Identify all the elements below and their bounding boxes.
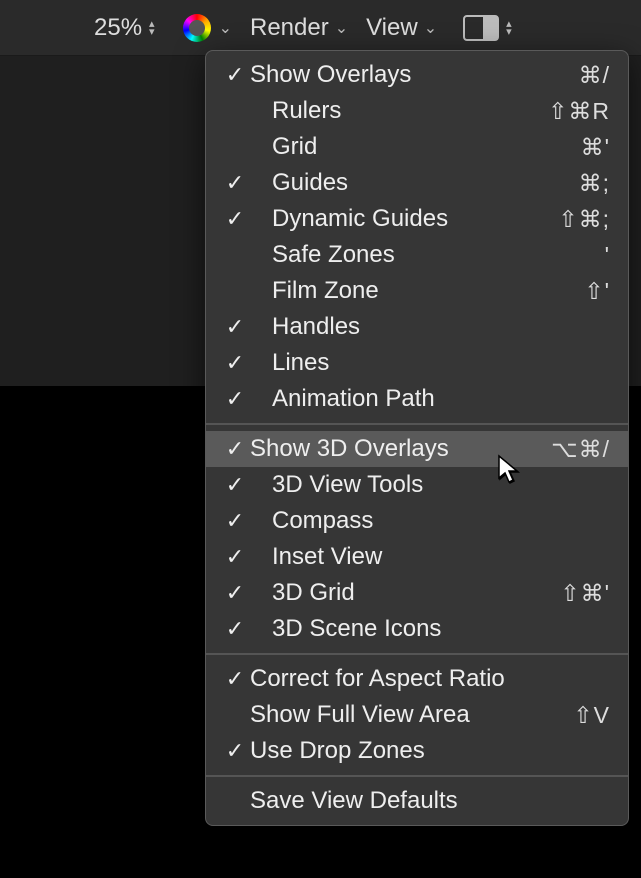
menu-item[interactable]: ✓Handles	[206, 309, 628, 345]
menu-item[interactable]: ✓Guides⌘;	[206, 165, 628, 201]
panel-toggle-button[interactable]: ▴▾	[455, 15, 512, 41]
menu-item-label: Inset View	[250, 543, 530, 571]
menu-item[interactable]: ✓Dynamic Guides⇧⌘;	[206, 201, 628, 237]
toolbar: 25% ▴▾ ⌄ Render ⌄ View ⌄ ▴▾	[0, 0, 641, 56]
menu-item-shortcut: ⌥⌘/	[530, 436, 610, 463]
menu-item-label: Guides	[250, 169, 530, 197]
checkmark-icon: ✓	[220, 436, 250, 462]
menu-item-label: Dynamic Guides	[250, 205, 530, 233]
menu-item[interactable]: Show Full View Area⇧V	[206, 697, 628, 733]
checkmark-icon: ✓	[220, 314, 250, 340]
menu-item[interactable]: Safe Zones'	[206, 237, 628, 273]
zoom-value: 25%	[94, 14, 142, 42]
menu-item-shortcut: ⌘;	[530, 170, 610, 197]
menu-item[interactable]: ✓Show Overlays⌘/	[206, 57, 628, 93]
menu-item[interactable]: ✓3D Scene Icons	[206, 611, 628, 647]
menu-item-label: Show Full View Area	[250, 701, 530, 729]
menu-item-label: Safe Zones	[250, 241, 530, 269]
menu-item-shortcut: ⇧'	[530, 278, 610, 305]
menu-item-shortcut: ⌘/	[530, 62, 610, 89]
menu-item[interactable]: ✓Show 3D Overlays⌥⌘/	[206, 431, 628, 467]
menu-separator	[206, 775, 628, 777]
menu-item[interactable]: ✓Compass	[206, 503, 628, 539]
menu-item[interactable]: ✓3D View Tools	[206, 467, 628, 503]
checkmark-icon: ✓	[220, 472, 250, 498]
menu-item-shortcut: ⇧⌘'	[530, 580, 610, 607]
chevron-down-icon: ⌄	[219, 18, 232, 38]
menu-item-label: Save View Defaults	[250, 787, 530, 815]
color-wheel-icon	[183, 14, 211, 42]
menu-item-label: 3D Grid	[250, 579, 530, 607]
render-label: Render	[250, 14, 329, 42]
menu-item-shortcut: '	[530, 242, 610, 269]
checkmark-icon: ✓	[220, 62, 250, 88]
render-menu-button[interactable]: Render ⌄	[250, 14, 348, 42]
menu-item-label: Lines	[250, 349, 530, 377]
menu-item[interactable]: ✓Lines	[206, 345, 628, 381]
view-label: View	[366, 14, 418, 42]
menu-item-shortcut: ⇧⌘R	[530, 98, 610, 125]
view-dropdown-menu: ✓Show Overlays⌘/Rulers⇧⌘RGrid⌘'✓Guides⌘;…	[205, 50, 629, 826]
menu-item-label: Grid	[250, 133, 530, 161]
color-well[interactable]: ⌄	[183, 14, 232, 42]
stepper-icon: ▴▾	[149, 20, 155, 36]
zoom-control[interactable]: 25% ▴▾	[94, 14, 155, 42]
menu-item-shortcut: ⌘'	[530, 134, 610, 161]
view-menu-button[interactable]: View ⌄	[366, 14, 437, 42]
menu-item-label: Correct for Aspect Ratio	[250, 665, 530, 693]
checkmark-icon: ✓	[220, 386, 250, 412]
checkmark-icon: ✓	[220, 206, 250, 232]
checkmark-icon: ✓	[220, 350, 250, 376]
menu-item[interactable]: ✓3D Grid⇧⌘'	[206, 575, 628, 611]
menu-item-label: Animation Path	[250, 385, 530, 413]
menu-item-label: 3D View Tools	[250, 471, 530, 499]
menu-item[interactable]: Save View Defaults	[206, 783, 628, 819]
menu-item-shortcut: ⇧⌘;	[530, 206, 610, 233]
checkmark-icon: ✓	[220, 170, 250, 196]
menu-item-shortcut: ⇧V	[530, 702, 610, 729]
chevron-down-icon: ⌄	[335, 18, 348, 38]
menu-item-label: Compass	[250, 507, 530, 535]
menu-item-label: Rulers	[250, 97, 530, 125]
menu-item-label: Show 3D Overlays	[250, 435, 530, 463]
menu-separator	[206, 653, 628, 655]
stepper-icon: ▴▾	[506, 20, 512, 36]
menu-item-label: Show Overlays	[250, 61, 530, 89]
menu-item[interactable]: Rulers⇧⌘R	[206, 93, 628, 129]
panel-icon	[463, 15, 499, 41]
menu-item[interactable]: ✓Use Drop Zones	[206, 733, 628, 769]
menu-item-label: Handles	[250, 313, 530, 341]
menu-item[interactable]: ✓Correct for Aspect Ratio	[206, 661, 628, 697]
checkmark-icon: ✓	[220, 544, 250, 570]
menu-item-label: 3D Scene Icons	[250, 615, 530, 643]
chevron-down-icon: ⌄	[424, 18, 437, 38]
menu-item-label: Film Zone	[250, 277, 530, 305]
menu-item-label: Use Drop Zones	[250, 737, 530, 765]
checkmark-icon: ✓	[220, 738, 250, 764]
menu-item[interactable]: ✓Inset View	[206, 539, 628, 575]
menu-item[interactable]: ✓Animation Path	[206, 381, 628, 417]
checkmark-icon: ✓	[220, 580, 250, 606]
checkmark-icon: ✓	[220, 508, 250, 534]
checkmark-icon: ✓	[220, 616, 250, 642]
menu-separator	[206, 423, 628, 425]
menu-item[interactable]: Film Zone⇧'	[206, 273, 628, 309]
menu-item[interactable]: Grid⌘'	[206, 129, 628, 165]
checkmark-icon: ✓	[220, 666, 250, 692]
